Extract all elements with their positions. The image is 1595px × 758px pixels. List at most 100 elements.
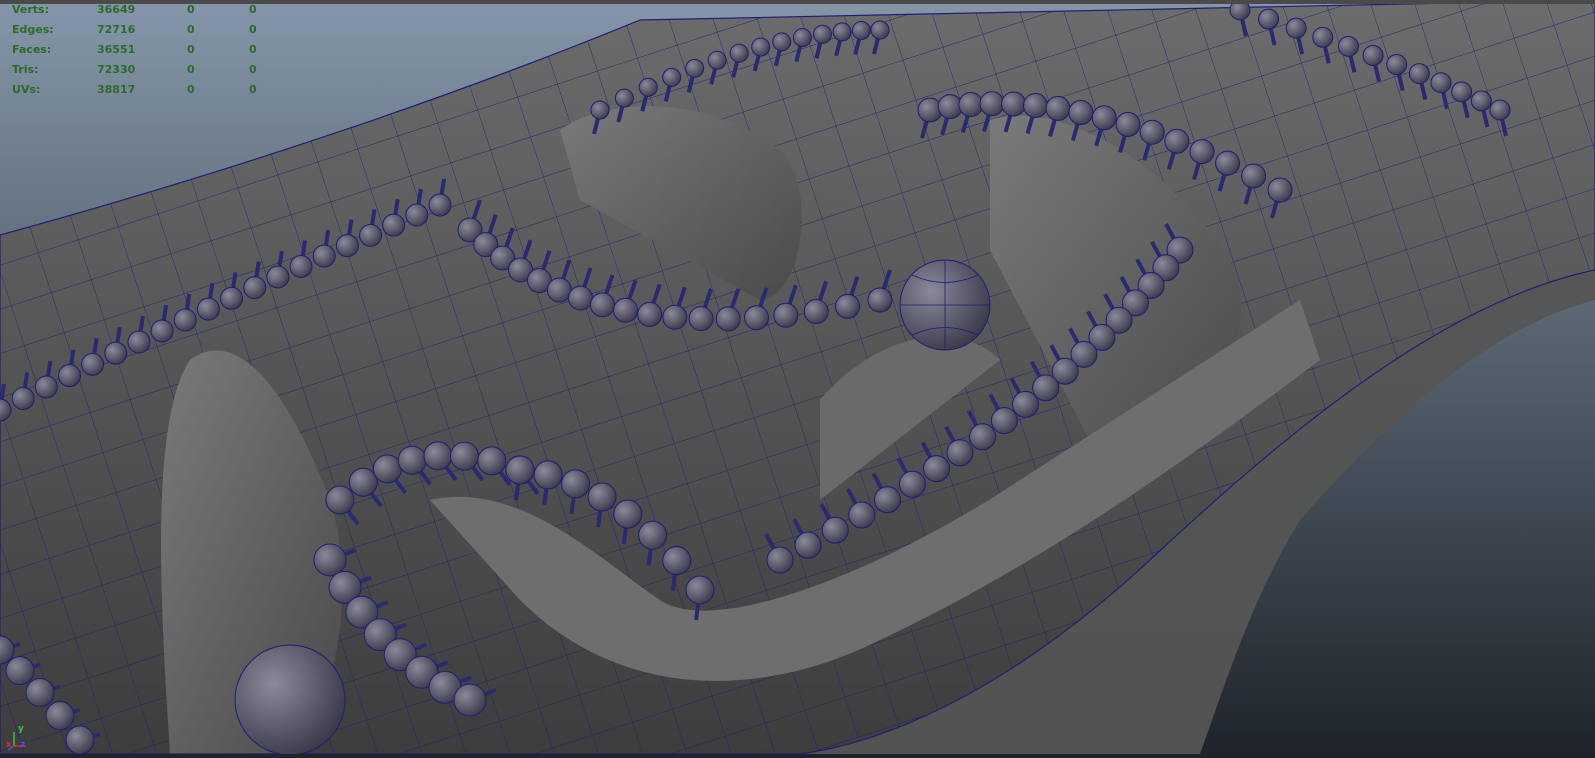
- bead: [325, 485, 355, 515]
- bead: [449, 441, 479, 471]
- bead: [546, 277, 572, 303]
- poly-count-hud: Verts: 36649 0 0 Edges: 72716 0 0 Faces:…: [0, 0, 290, 100]
- bead: [1312, 26, 1334, 48]
- bead: [477, 446, 507, 476]
- bead: [946, 439, 974, 467]
- bead: [150, 319, 174, 343]
- bead: [614, 88, 634, 108]
- hud-value: 38817: [97, 83, 136, 96]
- bead: [685, 58, 705, 78]
- hud-value: 36551: [97, 43, 136, 56]
- bead: [688, 306, 714, 332]
- bead: [835, 293, 861, 319]
- bead: [898, 470, 926, 498]
- hud-label: Verts:: [12, 3, 50, 16]
- bead: [587, 482, 617, 512]
- hud-value: 0: [249, 43, 257, 56]
- bead: [65, 725, 95, 755]
- bead: [1215, 150, 1241, 176]
- bead: [707, 50, 727, 70]
- bead: [773, 302, 799, 328]
- bead: [1139, 119, 1165, 145]
- hud-value: 0: [249, 63, 257, 76]
- bead: [744, 305, 770, 331]
- bead: [57, 364, 81, 388]
- hud-row-edges: Edges: 72716 0 0: [12, 23, 282, 41]
- bead: [990, 407, 1018, 435]
- hud-value: 72330: [97, 63, 136, 76]
- bead: [638, 77, 658, 97]
- bead: [335, 234, 359, 258]
- bead: [613, 499, 643, 529]
- bead: [1470, 90, 1492, 112]
- bead: [533, 460, 563, 490]
- bead: [832, 22, 852, 42]
- hud-value: 36649: [97, 3, 136, 16]
- bead: [289, 254, 313, 278]
- hud-value: 0: [187, 83, 195, 96]
- bead: [662, 67, 682, 87]
- bead: [348, 467, 378, 497]
- bead: [453, 683, 487, 717]
- bead: [1001, 91, 1027, 117]
- hud-label: Edges:: [12, 23, 54, 36]
- bead: [792, 28, 812, 48]
- bead: [313, 543, 347, 577]
- bead: [561, 469, 591, 499]
- center-sphere: [899, 259, 991, 351]
- bead: [969, 423, 997, 451]
- bead: [196, 297, 220, 321]
- bead: [685, 575, 715, 605]
- 3d-viewport[interactable]: [0, 0, 1595, 756]
- bead: [1115, 111, 1141, 137]
- axis-indicator: x y z: [4, 724, 30, 752]
- bead: [372, 454, 402, 484]
- bead: [1430, 72, 1452, 94]
- bead: [772, 32, 792, 52]
- hud-value: 0: [187, 3, 195, 16]
- bead: [803, 298, 829, 324]
- bead: [794, 531, 822, 559]
- bead: [979, 91, 1005, 117]
- hud-value: 0: [249, 23, 257, 36]
- bead: [1011, 390, 1039, 418]
- bead: [873, 486, 901, 514]
- bead: [613, 297, 639, 323]
- hud-value: 0: [187, 63, 195, 76]
- bead: [1408, 63, 1430, 85]
- bead: [359, 223, 383, 247]
- hud-value: 0: [249, 3, 257, 16]
- bead: [867, 287, 893, 313]
- bead: [397, 445, 427, 475]
- bead: [25, 678, 55, 707]
- bead: [405, 203, 429, 227]
- bead: [821, 516, 849, 544]
- hud-label: Tris:: [12, 63, 39, 76]
- bead: [812, 24, 832, 44]
- bead: [715, 306, 741, 332]
- hud-label: UVs:: [12, 83, 41, 96]
- bead: [1241, 163, 1267, 189]
- viewport-canvas[interactable]: [0, 0, 1595, 756]
- bead: [1386, 54, 1408, 76]
- hud-value: 0: [249, 83, 257, 96]
- bead: [1091, 105, 1117, 131]
- hud-value: 0: [187, 23, 195, 36]
- bead: [382, 213, 406, 237]
- bead: [1045, 95, 1071, 121]
- hud-value: 0: [187, 43, 195, 56]
- bead: [1189, 139, 1215, 165]
- bead: [1489, 99, 1511, 121]
- bead: [662, 304, 688, 330]
- bead: [1258, 8, 1280, 30]
- bead: [1068, 99, 1094, 125]
- bead: [958, 91, 984, 117]
- bead: [1023, 93, 1049, 119]
- bead: [1362, 44, 1384, 66]
- bead: [1267, 177, 1293, 203]
- bead: [45, 701, 75, 731]
- bead: [851, 20, 871, 40]
- hud-row-tris: Tris: 72330 0 0: [12, 63, 282, 81]
- hud-row-uvs: UVs: 38817 0 0: [12, 83, 282, 101]
- bead: [1285, 17, 1307, 39]
